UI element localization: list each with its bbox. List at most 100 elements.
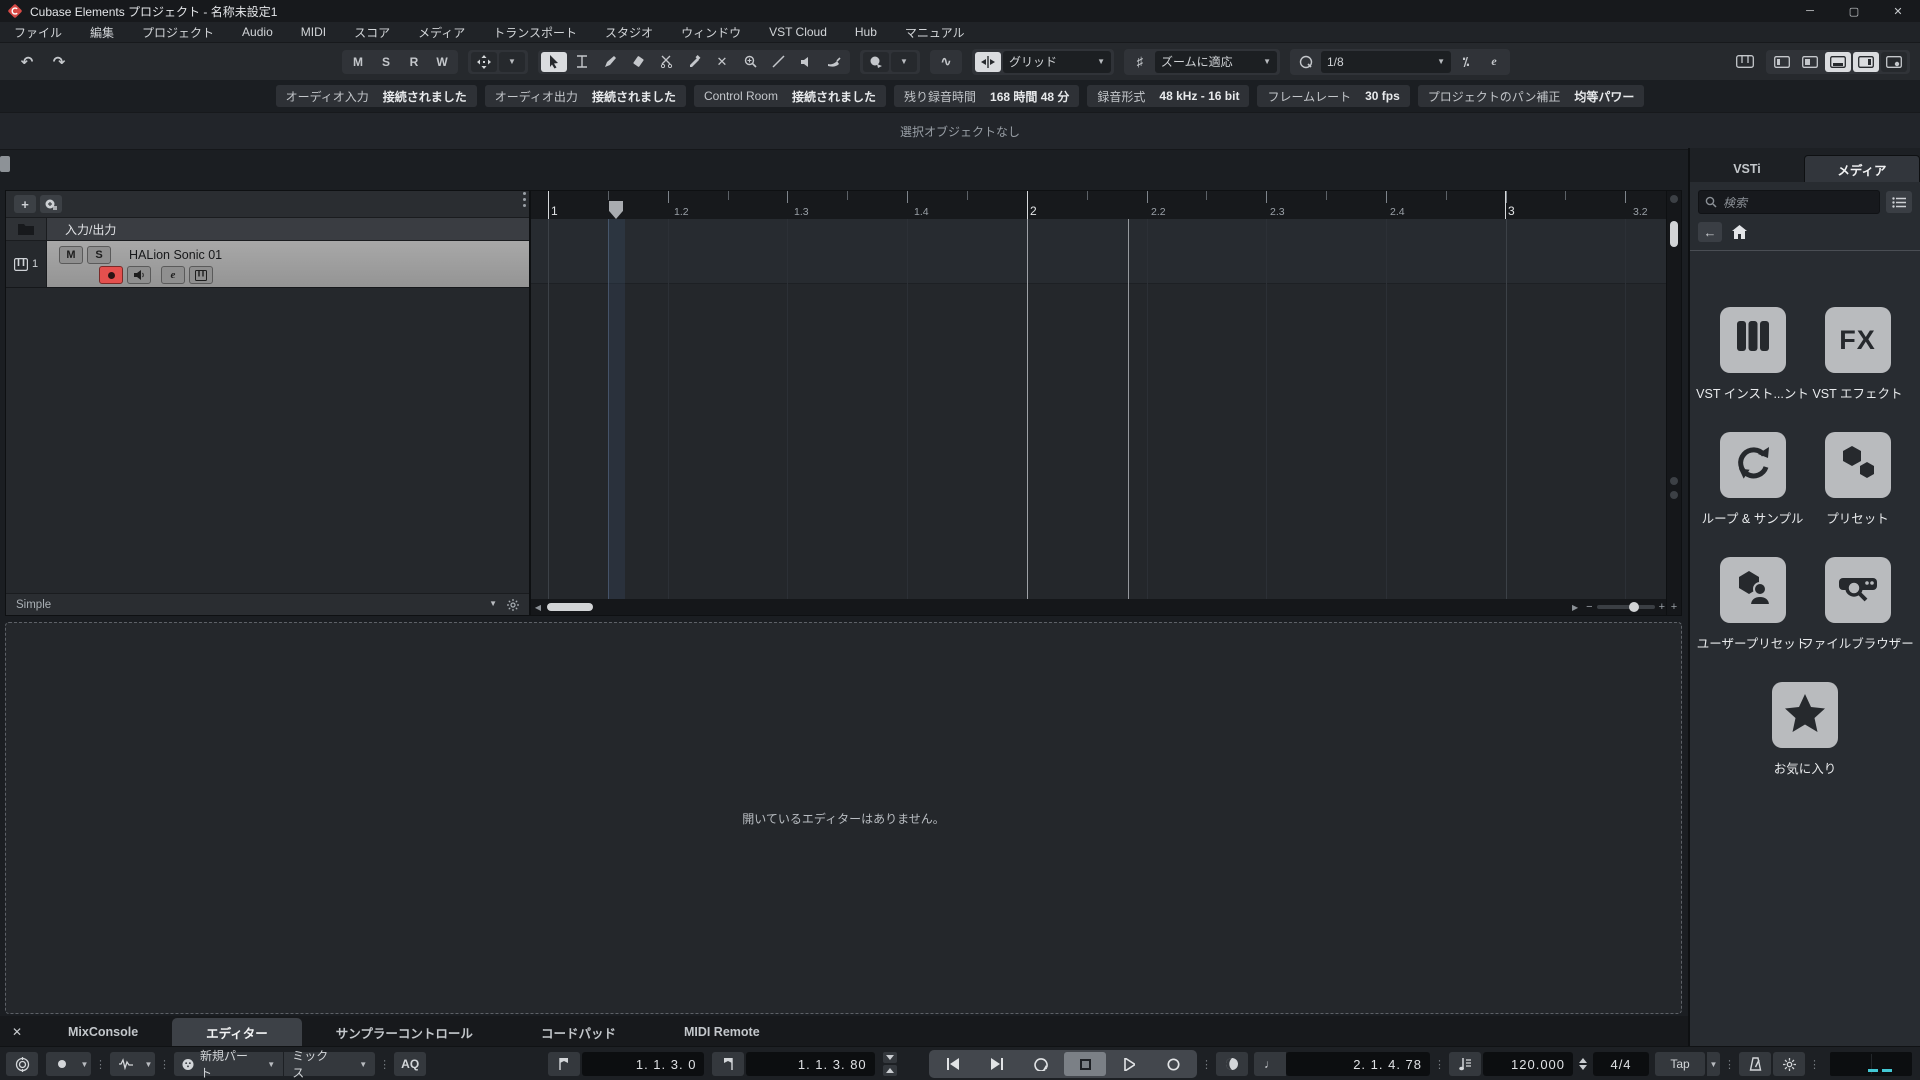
horizontal-zoom-slider[interactable]	[1596, 602, 1655, 612]
use-track-preset-button[interactable]	[40, 195, 62, 213]
tab-midi-remote[interactable]: MIDI Remote	[650, 1018, 794, 1046]
menu-item-1[interactable]: 編集	[90, 24, 114, 41]
time-format-icon[interactable]	[1216, 1052, 1249, 1076]
menu-item-7[interactable]: トランスポート	[493, 24, 577, 41]
left-zone-toggle-icon[interactable]	[1769, 52, 1795, 72]
left-locator-display[interactable]: 1. 1. 3. 0	[581, 1052, 705, 1076]
automation-r-button[interactable]: R	[401, 52, 427, 72]
setup-window-layout-icon[interactable]	[1881, 51, 1907, 72]
media-tile-star-button[interactable]	[1772, 682, 1838, 748]
sizing-tool-icon[interactable]	[471, 51, 497, 72]
close-button[interactable]: ✕	[1876, 0, 1920, 22]
redo-button[interactable]: ↷	[46, 52, 72, 72]
left-locator-flag-icon[interactable]	[547, 1052, 580, 1076]
right-zone-toggle-icon[interactable]	[1853, 51, 1879, 72]
status-chip-6[interactable]: プロジェクトのパン補正 均等パワー	[1417, 85, 1645, 107]
snap-type-select[interactable]: グリッド ▼	[1003, 50, 1111, 73]
tempo-track-icon[interactable]	[1449, 1052, 1482, 1076]
auto-quantize-button[interactable]: AQ	[394, 1052, 427, 1076]
menu-item-12[interactable]: マニュアル	[905, 24, 965, 41]
punch-out-icon[interactable]	[882, 1065, 897, 1076]
status-chip-2[interactable]: Control Room 接続されました	[693, 85, 886, 107]
zoom-tool[interactable]	[737, 52, 763, 72]
vertical-zoom-dot2[interactable]	[1670, 491, 1678, 499]
sizing-tool-dropdown[interactable]: ▼	[499, 51, 525, 72]
tab-サンプラーコントロール[interactable]: サンプラーコントロール	[302, 1018, 507, 1046]
media-search-input[interactable]: 検索	[1698, 190, 1880, 214]
solo-button[interactable]: S	[87, 246, 111, 264]
undo-button[interactable]: ↶	[14, 52, 40, 72]
vertical-zoom-dot[interactable]	[1670, 477, 1678, 485]
tab-mixconsole[interactable]: MixConsole	[34, 1018, 172, 1046]
instrument-track-row[interactable]: 1 M S HALion Sonic 01 e	[6, 241, 529, 288]
media-tile-user-button[interactable]	[1719, 557, 1786, 623]
metronome-icon[interactable]	[1739, 1052, 1772, 1076]
scroll-up-arrow[interactable]	[1670, 195, 1678, 203]
menu-item-4[interactable]: MIDI	[301, 25, 326, 39]
grid-type-select[interactable]: ズームに適応 ▼	[1155, 50, 1277, 73]
object-selection-tool[interactable]	[541, 51, 567, 72]
menu-item-5[interactable]: スコア	[354, 24, 390, 41]
maximize-button[interactable]: ▢	[1832, 0, 1876, 22]
media-tile-fx-button[interactable]: FX	[1824, 307, 1891, 373]
menu-item-10[interactable]: VST Cloud	[769, 25, 827, 39]
rack-tab-vsti[interactable]: VSTi	[1690, 156, 1804, 182]
results-list-icon[interactable]	[1886, 191, 1912, 213]
midi-cycle-record-mode-select[interactable]: ミックス ▼	[284, 1049, 376, 1080]
vertical-zoom-in[interactable]: +	[1667, 601, 1681, 613]
mute-button[interactable]: M	[59, 246, 83, 264]
erase-tool[interactable]	[625, 52, 651, 72]
menu-item-9[interactable]: ウィンドウ	[681, 24, 741, 41]
tab-コードパッド[interactable]: コードパッド	[507, 1018, 650, 1046]
quantize-preset-select[interactable]: 1/8 ▼	[1321, 50, 1451, 73]
automation-w-button[interactable]: W	[429, 52, 455, 72]
panel-divider-grip[interactable]	[523, 192, 526, 207]
lower-zone-toggle-icon[interactable]	[1825, 51, 1851, 72]
inspector-toggle-icon[interactable]	[1797, 52, 1823, 72]
minimize-button[interactable]: ─	[1788, 0, 1832, 22]
back-arrow-icon[interactable]: ←	[1698, 222, 1722, 242]
horizontal-scrollbar[interactable]: ◀ ▶ − +	[531, 599, 1667, 615]
play-button[interactable]	[1108, 1052, 1150, 1076]
home-icon[interactable]	[1732, 225, 1747, 239]
audio-record-mode-icon[interactable]	[110, 1052, 142, 1076]
scroll-left-arrow[interactable]: ◀	[531, 599, 545, 615]
status-chip-0[interactable]: オーディオ入力 接続されました	[275, 85, 477, 107]
range-selection-tool[interactable]	[569, 52, 595, 72]
vertical-scrollbar[interactable]: +	[1666, 191, 1681, 615]
stop-button[interactable]	[1064, 1052, 1107, 1076]
track-config-dropdown[interactable]: ▼	[489, 599, 497, 611]
media-tile-browser-button[interactable]	[1824, 557, 1891, 623]
menu-item-6[interactable]: メディア	[418, 24, 465, 41]
status-chip-4[interactable]: 録音形式 48 kHz - 16 bit	[1087, 85, 1250, 107]
record-enable-button[interactable]	[99, 266, 123, 284]
mute-tool[interactable]: ✕	[709, 52, 735, 72]
midi-record-mode-select[interactable]: 新規パート ▼	[174, 1049, 284, 1080]
record-mode-dropdown[interactable]: ▼	[78, 1052, 91, 1076]
common-record-mode-icon[interactable]	[46, 1052, 78, 1076]
right-locator-display[interactable]: 1. 1. 3. 80	[746, 1052, 875, 1076]
punch-in-icon[interactable]	[882, 1052, 897, 1063]
cycle-button[interactable]	[1020, 1052, 1062, 1076]
go-to-next-marker-button[interactable]	[976, 1052, 1018, 1076]
zoom-out-icon[interactable]: −	[1586, 601, 1592, 613]
automation-curve-icon[interactable]: ∿	[933, 52, 959, 72]
glue-tool[interactable]	[681, 52, 707, 72]
rack-tab-メディア[interactable]: メディア	[1804, 155, 1920, 182]
edit-channel-button[interactable]: e	[161, 266, 185, 284]
menu-item-8[interactable]: スタジオ	[605, 24, 653, 41]
zoom-in-icon[interactable]: +	[1659, 601, 1665, 613]
audio-record-mode-dropdown[interactable]: ▼	[142, 1052, 155, 1076]
split-tool[interactable]	[653, 52, 679, 72]
vertical-scroll-thumb[interactable]	[1670, 221, 1678, 247]
performance-meter[interactable]	[1830, 1052, 1913, 1076]
right-locator-flag-icon[interactable]	[712, 1052, 745, 1076]
draw-tool[interactable]	[597, 52, 623, 72]
play-tool[interactable]	[793, 52, 819, 72]
tempo-spinner[interactable]	[1579, 1058, 1588, 1070]
track-settings-gear-icon[interactable]	[507, 598, 519, 611]
go-to-previous-marker-button[interactable]	[932, 1052, 974, 1076]
tap-tempo-button[interactable]: Tap	[1655, 1052, 1706, 1076]
add-track-button[interactable]: +	[14, 195, 36, 213]
status-chip-5[interactable]: フレームレート 30 fps	[1257, 85, 1410, 107]
